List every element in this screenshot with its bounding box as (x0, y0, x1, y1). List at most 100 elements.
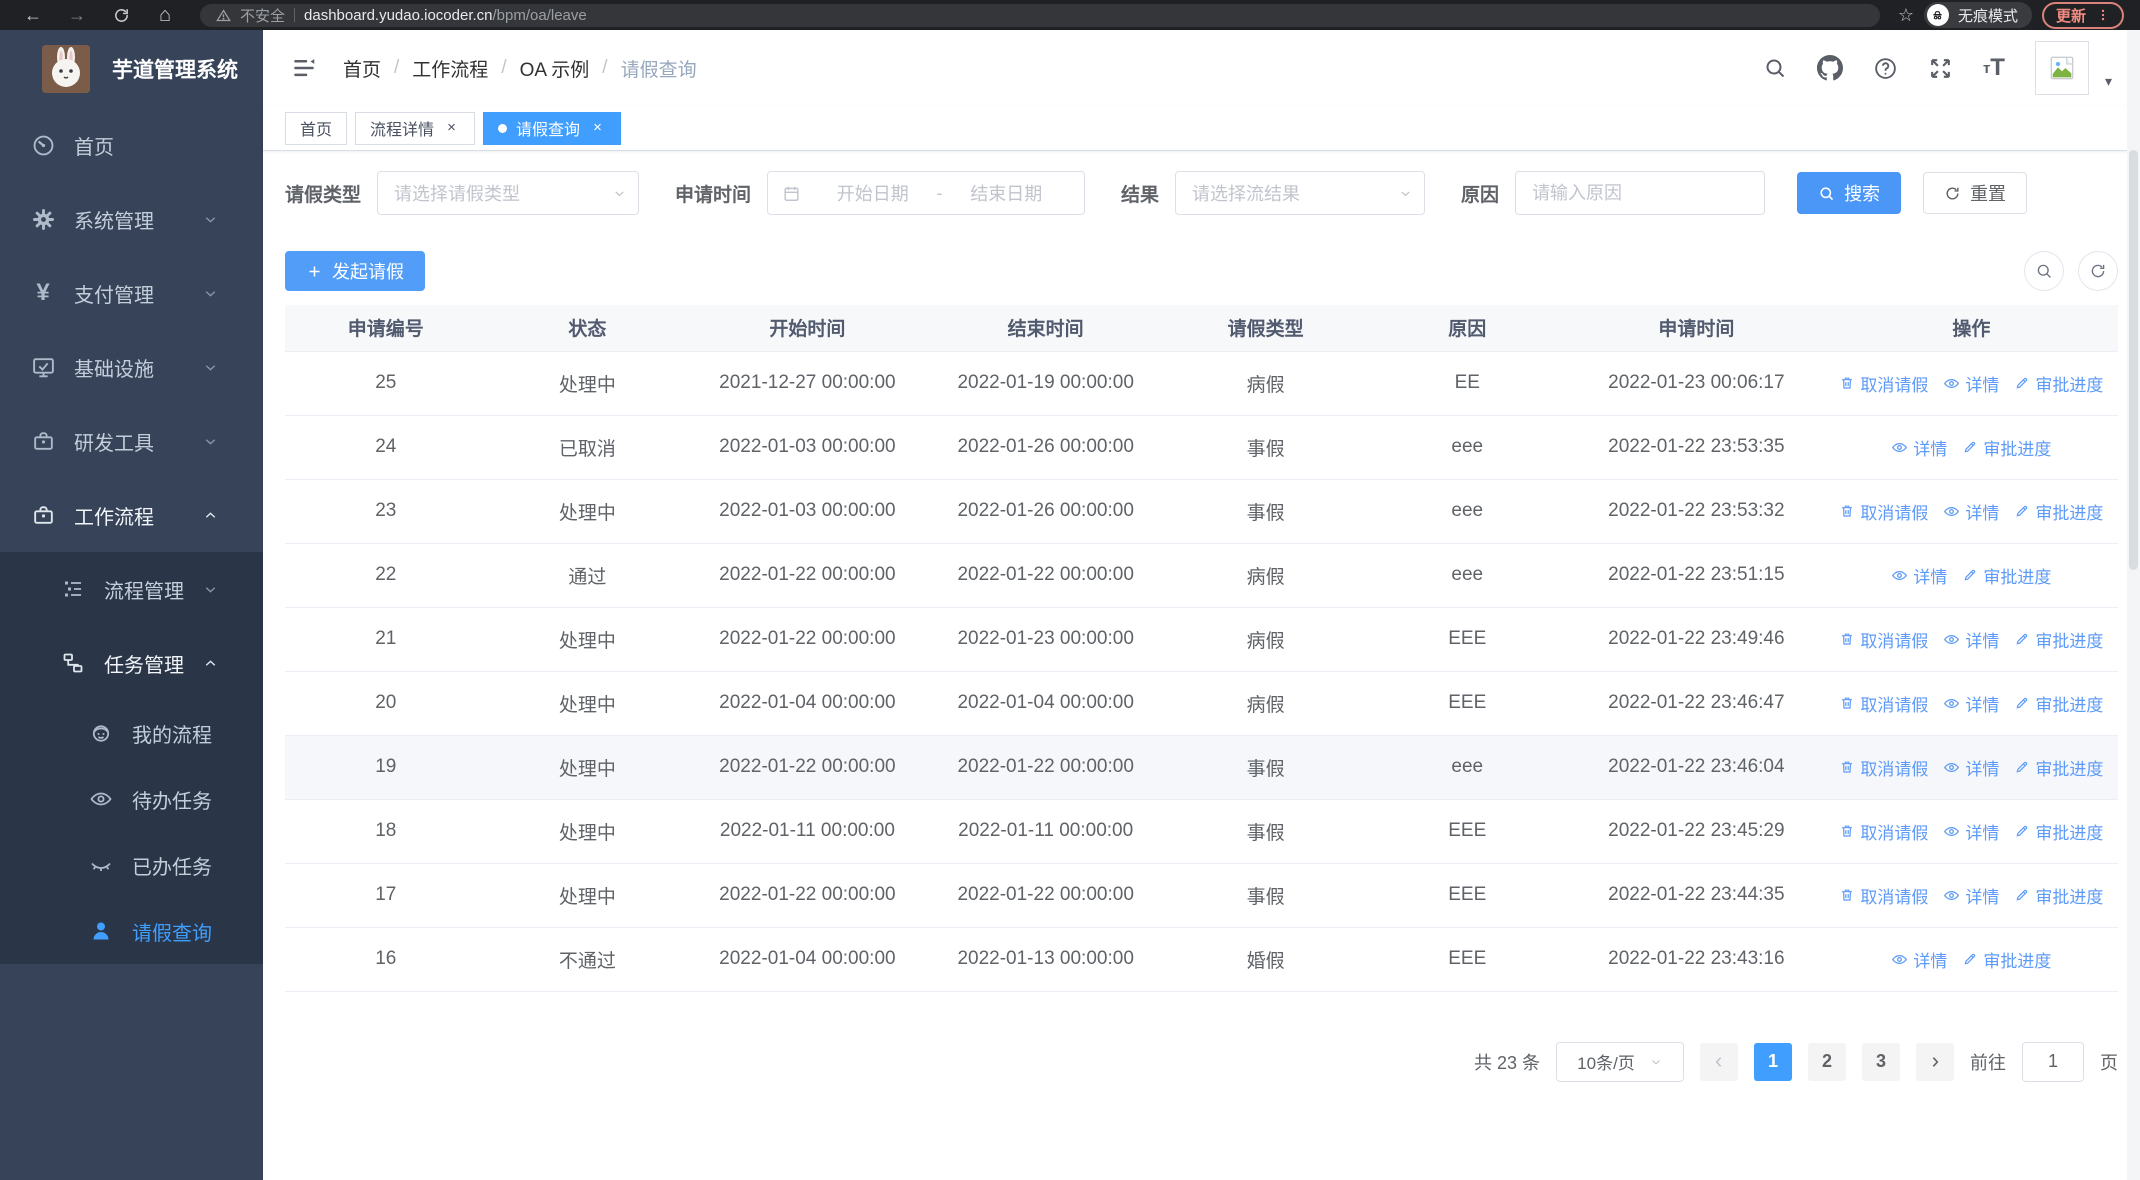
cell-end: 2022-01-22 00:00:00 (926, 863, 1165, 928)
page-button-3[interactable]: 3 (1862, 1042, 1900, 1081)
browser-home-icon[interactable]: ⌂ (148, 3, 182, 27)
cancel-leave-link[interactable]: 取消请假 (1839, 371, 1928, 396)
approval-progress-link[interactable]: 审批进度 (2014, 819, 2103, 844)
cell-reason: eee (1366, 415, 1569, 480)
tab-process-detail[interactable]: 流程详情 × (355, 111, 476, 145)
select-placeholder: 请选择请假类型 (394, 184, 521, 204)
detail-link[interactable]: 详情 (1891, 435, 1947, 460)
bookmark-star-icon[interactable]: ☆ (1898, 5, 1914, 26)
cell-end: 2022-01-23 00:00:00 (926, 607, 1165, 672)
tab-leave-query[interactable]: 请假查询 × (483, 111, 622, 145)
detail-link[interactable]: 详情 (1943, 371, 1999, 396)
sidebar-item-workflow[interactable]: 工作流程 (0, 478, 263, 552)
breadcrumb-item[interactable]: OA 示例 (520, 55, 590, 82)
result-select[interactable]: 请选择流结果 (1175, 171, 1426, 215)
sidebar-item-label: 基础设施 (74, 358, 154, 381)
cancel-leave-link[interactable]: 取消请假 (1839, 691, 1928, 716)
approval-progress-link[interactable]: 审批进度 (2014, 755, 2103, 780)
fullscreen-icon[interactable] (1928, 56, 1953, 81)
chevron-down-icon (1398, 186, 1413, 201)
search-button[interactable]: 搜索 (1797, 172, 1902, 214)
github-icon[interactable] (1816, 55, 1843, 81)
cancel-leave-link[interactable]: 取消请假 (1839, 883, 1928, 908)
approval-progress-link[interactable]: 审批进度 (1962, 947, 2051, 972)
detail-link[interactable]: 详情 (1891, 563, 1947, 588)
avatar[interactable] (2034, 41, 2089, 95)
approval-progress-link[interactable]: 审批进度 (2014, 691, 2103, 716)
page-size-select[interactable]: 10条/页 (1556, 1041, 1684, 1082)
next-page-button[interactable] (1916, 1042, 1954, 1081)
browser-back-icon[interactable]: ← (16, 3, 50, 27)
browser-update-button[interactable]: 更新 (2041, 1, 2124, 29)
show-search-toggle-button[interactable] (2024, 251, 2064, 291)
cancel-leave-link[interactable]: 取消请假 (1839, 499, 1928, 524)
table-row: 17 处理中 2022-01-22 00:00:00 2022-01-22 00:00… (285, 863, 2118, 928)
reason-input[interactable] (1515, 171, 1766, 215)
goto-page-input[interactable] (2022, 1041, 2084, 1082)
page-content: 请假类型 请选择请假类型 申请时间 开始日期 - 结束日期 结果 请选择流结果 (263, 151, 2140, 1180)
sidebar-item-infrastructure[interactable]: 基础设施 (0, 330, 263, 404)
browser-scrollbar[interactable] (2127, 30, 2140, 1180)
address-bar[interactable]: 不安全 dashboard.yudao.iocoder.cn/bpm/oa/le… (200, 3, 1880, 27)
browser-forward-icon[interactable]: → (60, 3, 94, 27)
sidebar-item-my-process[interactable]: 我的流程 (0, 700, 263, 766)
scrollbar-thumb[interactable] (2129, 150, 2138, 570)
workflow-submenu: 流程管理 任务管理 我的流程 待办任务 已办任务 请假查询 (0, 552, 263, 964)
approval-progress-link[interactable]: 审批进度 (2014, 883, 2103, 908)
cell-status: 不通过 (486, 927, 689, 992)
apply-time-range-picker[interactable]: 开始日期 - 结束日期 (767, 171, 1086, 215)
sidebar-item-todo-tasks[interactable]: 待办任务 (0, 766, 263, 832)
sidebar-item-devtools[interactable]: 研发工具 (0, 404, 263, 478)
cancel-leave-link[interactable]: 取消请假 (1839, 819, 1928, 844)
breadcrumb-item[interactable]: 首页 (343, 55, 381, 82)
cell-type: 病假 (1164, 543, 1367, 608)
help-question-icon[interactable] (1873, 56, 1898, 81)
page-button-1[interactable]: 1 (1754, 1042, 1792, 1081)
sidebar-item-home[interactable]: 首页 (0, 108, 263, 182)
refresh-table-button[interactable] (2078, 251, 2118, 291)
tab-home[interactable]: 首页 (285, 111, 348, 145)
create-leave-button[interactable]: 发起请假 (285, 251, 425, 291)
detail-link[interactable]: 详情 (1943, 883, 1999, 908)
cell-applied: 2022-01-23 00:06:17 (1568, 351, 1825, 416)
detail-link[interactable]: 详情 (1943, 627, 1999, 652)
cell-start: 2022-01-03 00:00:00 (688, 479, 927, 544)
reset-button[interactable]: 重置 (1923, 172, 2028, 214)
cancel-leave-link[interactable]: 取消请假 (1839, 627, 1928, 652)
sidebar-item-system[interactable]: 系统管理 (0, 182, 263, 256)
browser-reload-icon[interactable] (104, 3, 138, 27)
approval-progress-link[interactable]: 审批进度 (1962, 563, 2051, 588)
detail-link[interactable]: 详情 (1943, 819, 1999, 844)
approval-progress-link[interactable]: 审批进度 (1962, 435, 2051, 460)
detail-link[interactable]: 详情 (1891, 947, 1947, 972)
sidebar-item-done-tasks[interactable]: 已办任务 (0, 832, 263, 898)
detail-link[interactable]: 详情 (1943, 499, 1999, 524)
trash-icon (1839, 759, 1855, 775)
browser-menu-dots-icon[interactable] (2096, 7, 2110, 23)
cell-applied: 2022-01-22 23:46:47 (1568, 671, 1825, 736)
font-size-icon[interactable]: тT (1983, 54, 2005, 82)
detail-link[interactable]: 详情 (1943, 691, 1999, 716)
sidebar-item-process-management[interactable]: 流程管理 (0, 552, 263, 626)
approval-progress-link[interactable]: 审批进度 (2014, 371, 2103, 396)
breadcrumb-item[interactable]: 工作流程 (412, 55, 488, 82)
chevron-down-icon (197, 206, 223, 232)
leave-type-select[interactable]: 请选择请假类型 (377, 171, 640, 215)
sidebar-fold-icon[interactable] (291, 55, 317, 81)
close-icon[interactable]: × (443, 119, 460, 137)
sidebar-item-task-management[interactable]: 任务管理 (0, 626, 263, 700)
close-icon[interactable]: × (589, 119, 606, 137)
approval-progress-link[interactable]: 审批进度 (2014, 499, 2103, 524)
sidebar-item-leave-query[interactable]: 请假查询 (0, 898, 263, 964)
approval-progress-link[interactable]: 审批进度 (2014, 627, 2103, 652)
sidebar-item-payment[interactable]: ¥ 支付管理 (0, 256, 263, 330)
page-button-2[interactable]: 2 (1808, 1042, 1846, 1081)
prev-page-button[interactable] (1700, 1042, 1738, 1081)
header-search-icon[interactable] (1763, 56, 1787, 80)
cell-start: 2022-01-22 00:00:00 (688, 607, 927, 672)
cell-id: 20 (285, 671, 487, 736)
org-tree-icon (60, 650, 86, 676)
detail-link[interactable]: 详情 (1943, 755, 1999, 780)
cancel-leave-link[interactable]: 取消请假 (1839, 755, 1928, 780)
avatar-caret-down-icon[interactable]: ▾ (2105, 73, 2112, 90)
